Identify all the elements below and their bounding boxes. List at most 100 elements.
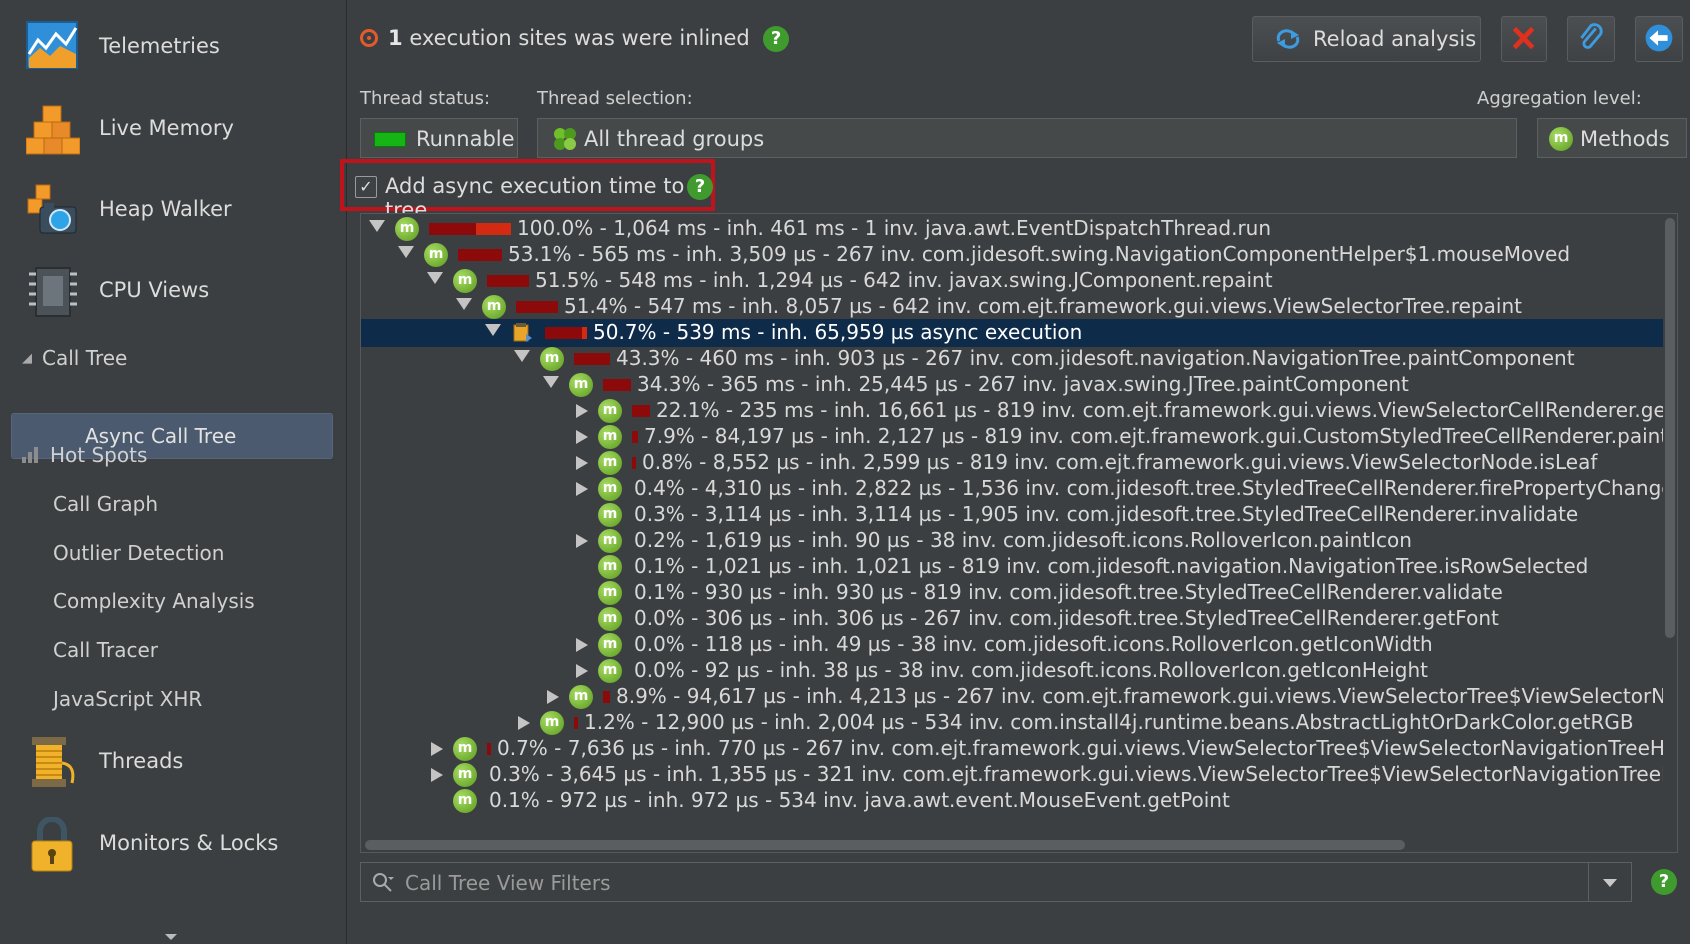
expand-arrow-icon[interactable]: [576, 638, 588, 652]
tree-row[interactable]: m 0.3% - 3,645 µs - inh. 1,355 µs - 321 i…: [361, 761, 1677, 789]
sidebar-item-outlier-detection[interactable]: Outlier Detection: [53, 541, 224, 565]
cpu-views-icon: [29, 267, 77, 317]
tree-row[interactable]: m 0.4% - 4,310 µs - inh. 2,822 µs - 1,536…: [361, 475, 1677, 503]
scrollbar-thumb[interactable]: [365, 840, 1405, 850]
expand-arrow-icon[interactable]: [576, 482, 588, 496]
tree-row-text: 0.1% - 930 µs - inh. 930 µs - 819 inv. c…: [634, 580, 1503, 604]
tree-row[interactable]: m 0.0% - 92 µs - inh. 38 µs - 38 inv. com…: [361, 657, 1677, 685]
reload-analysis-button[interactable]: Reload analysis: [1252, 16, 1481, 62]
tree-row[interactable]: m 0.1% - 1,021 µs - inh. 1,021 µs - 819 i…: [361, 553, 1677, 581]
tree-row[interactable]: m 0.2% - 1,619 µs - inh. 90 µs - 38 inv. …: [361, 527, 1677, 555]
tree-row-text: 0.1% - 1,021 µs - inh. 1,021 µs - 819 in…: [634, 554, 1589, 578]
method-icon: m: [598, 503, 622, 527]
sidebar-item-telemetries[interactable]: Telemetries: [0, 8, 346, 88]
collapse-arrow-icon[interactable]: [514, 350, 530, 362]
close-analysis-button[interactable]: [1501, 16, 1547, 62]
collapse-arrow-icon[interactable]: [369, 220, 385, 232]
back-button[interactable]: [1635, 16, 1683, 62]
async-option-highlight: ✓ Add async execution time to tree ?: [340, 159, 715, 222]
help-icon[interactable]: ?: [1651, 869, 1677, 895]
expand-arrow-icon[interactable]: [576, 664, 588, 678]
collapse-arrow-icon[interactable]: [427, 272, 443, 284]
sidebar-item-heap-walker[interactable]: Heap Walker: [0, 171, 346, 251]
time-bar: [429, 223, 511, 235]
filter-input[interactable]: [403, 867, 1547, 899]
method-icon: m: [453, 269, 477, 293]
expand-arrow-icon[interactable]: [547, 690, 559, 704]
method-icon: m: [598, 451, 622, 475]
tree-row-text: 0.2% - 1,619 µs - inh. 90 µs - 38 inv. c…: [634, 528, 1412, 552]
tree-row[interactable]: m 0.1% - 930 µs - inh. 930 µs - 819 inv. …: [361, 579, 1677, 607]
sidebar-item-cpu-views[interactable]: CPU Views: [0, 252, 346, 332]
collapse-arrow-icon[interactable]: [485, 324, 501, 336]
sidebar-item-live-memory[interactable]: Live Memory: [0, 90, 346, 170]
tree-row-text: 8.9% - 94,617 µs - inh. 4,213 µs - 267 i…: [616, 684, 1678, 708]
call-tree-view-filter[interactable]: [360, 862, 1632, 902]
tree-row-text: 100.0% - 1,064 ms - inh. 461 ms - 1 inv.…: [517, 216, 1272, 240]
time-bar: [487, 275, 529, 287]
collapse-arrow-icon[interactable]: [456, 298, 472, 310]
sidebar-item-javascript-xhr[interactable]: JavaScript XHR: [53, 687, 202, 711]
sidebar-item-call-tree[interactable]: ◢ Call Tree: [22, 346, 127, 370]
aggregation-level-label: Aggregation level:: [1477, 88, 1642, 109]
sidebar-item-label: Hot Spots: [50, 443, 148, 467]
aggregation-level-select[interactable]: m Methods: [1537, 118, 1687, 158]
expand-triangle-icon[interactable]: ◢: [22, 351, 42, 366]
sidebar-item-hot-spots[interactable]: Hot Spots: [22, 443, 147, 467]
expand-arrow-icon[interactable]: [576, 456, 588, 470]
expand-arrow-icon[interactable]: [576, 534, 588, 548]
expand-arrow-icon[interactable]: [576, 404, 588, 418]
filter-dropdown-button[interactable]: [1588, 863, 1631, 901]
thread-status-select[interactable]: Runnable: [360, 118, 518, 158]
expand-arrow-icon[interactable]: [518, 716, 530, 730]
tree-row[interactable]: m 22.1% - 235 ms - inh. 16,661 µs - 819 i…: [361, 397, 1677, 425]
tree-row[interactable]: m 34.3% - 365 ms - inh. 25,445 µs - 267 i…: [361, 371, 1677, 399]
tree-row[interactable]: m 0.0% - 306 µs - inh. 306 µs - 267 inv. …: [361, 605, 1677, 633]
tree-row-text: 0.0% - 92 µs - inh. 38 µs - 38 inv. com.…: [634, 658, 1429, 682]
help-icon[interactable]: ?: [763, 26, 790, 52]
call-tree[interactable]: m 100.0% - 1,064 ms - inh. 461 ms - 1 inv…: [360, 213, 1678, 853]
tree-row[interactable]: 50.7% - 539 ms - inh. 65,959 µs async ex…: [361, 319, 1677, 347]
scrollbar-thumb[interactable]: [1665, 218, 1675, 638]
tree-row[interactable]: m 0.7% - 7,636 µs - inh. 770 µs - 267 inv…: [361, 735, 1677, 763]
sidebar-item-threads[interactable]: Threads: [0, 723, 346, 803]
tree-row[interactable]: m 51.4% - 547 ms - inh. 8,057 µs - 642 in…: [361, 293, 1677, 321]
expand-arrow-icon[interactable]: [431, 742, 443, 756]
tree-row[interactable]: m 43.3% - 460 ms - inh. 903 µs - 267 inv.…: [361, 345, 1677, 373]
tree-row[interactable]: m 8.9% - 94,617 µs - inh. 4,213 µs - 267 …: [361, 683, 1677, 711]
expand-arrow-icon[interactable]: [576, 430, 588, 444]
method-icon: m: [598, 659, 622, 683]
tree-row[interactable]: m 0.3% - 3,114 µs - inh. 3,114 µs - 1,905…: [361, 501, 1677, 529]
time-bar: [603, 691, 610, 703]
sidebar-item-call-graph[interactable]: Call Graph: [53, 492, 158, 516]
expand-arrow-icon[interactable]: [431, 768, 443, 782]
tree-row[interactable]: m 1.2% - 12,900 µs - inh. 2,004 µs - 534 …: [361, 709, 1677, 737]
tree-row-text: 0.4% - 4,310 µs - inh. 2,822 µs - 1,536 …: [634, 476, 1674, 500]
horizontal-scrollbar[interactable]: [361, 838, 1677, 852]
scroll-down-arrow-icon[interactable]: [165, 934, 177, 940]
tree-row[interactable]: m 0.8% - 8,552 µs - inh. 2,599 µs - 819 i…: [361, 449, 1677, 477]
sidebar-item-monitors-locks[interactable]: Monitors & Locks: [0, 805, 346, 885]
vertical-scrollbar[interactable]: [1663, 214, 1677, 852]
tree-row[interactable]: m 0.1% - 972 µs - inh. 972 µs - 534 inv. …: [361, 787, 1677, 815]
thread-status-value: Runnable: [416, 127, 515, 151]
tree-row[interactable]: m 51.5% - 548 ms - inh. 1,294 µs - 642 in…: [361, 267, 1677, 295]
aggregation-level-value: Methods: [1580, 127, 1670, 151]
async-execution-checkbox[interactable]: ✓: [355, 176, 377, 198]
sidebar-item-call-tracer[interactable]: Call Tracer: [53, 638, 158, 662]
thread-selection-select[interactable]: All thread groups: [537, 118, 1517, 158]
runnable-swatch-icon: [374, 132, 406, 147]
collapse-arrow-icon[interactable]: [543, 376, 559, 388]
tree-row[interactable]: m 100.0% - 1,064 ms - inh. 461 ms - 1 inv…: [361, 215, 1677, 243]
method-icon: m: [453, 789, 477, 813]
help-icon[interactable]: ?: [687, 174, 713, 200]
tree-row[interactable]: m 7.9% - 84,197 µs - inh. 2,127 µs - 819 …: [361, 423, 1677, 451]
inline-warning-icon: [360, 29, 378, 47]
tree-row[interactable]: m 53.1% - 565 ms - inh. 3,509 µs - 267 in…: [361, 241, 1677, 269]
time-bar: [574, 717, 578, 729]
attach-button[interactable]: [1567, 16, 1615, 62]
tree-row[interactable]: m 0.0% - 118 µs - inh. 49 µs - 38 inv. co…: [361, 631, 1677, 659]
collapse-arrow-icon[interactable]: [398, 246, 414, 258]
sidebar-item-complexity-analysis[interactable]: Complexity Analysis: [53, 589, 255, 613]
tree-row-text: 53.1% - 565 ms - inh. 3,509 µs - 267 inv…: [508, 242, 1571, 266]
